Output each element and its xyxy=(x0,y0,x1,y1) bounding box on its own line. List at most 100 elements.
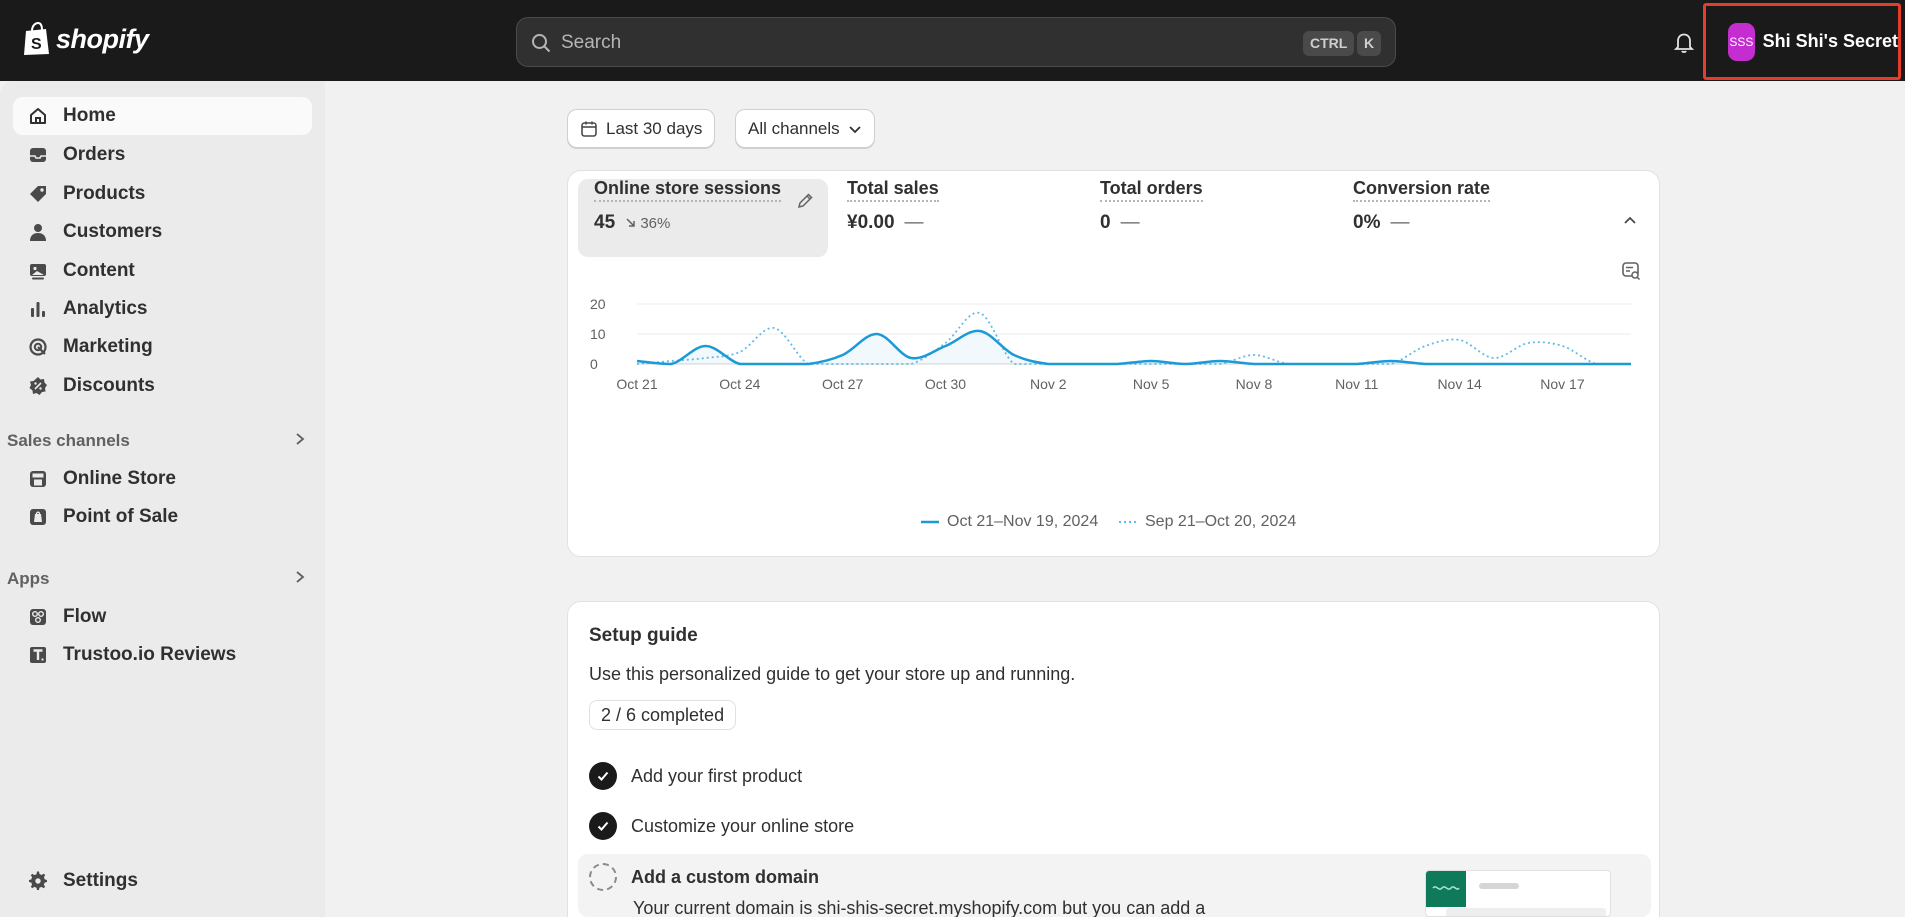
metric-conversion-rate[interactable]: Conversion rate 0% — xyxy=(1353,178,1491,258)
date-range-button[interactable]: Last 30 days xyxy=(567,109,716,148)
store-avatar: SSS xyxy=(1728,22,1755,61)
incomplete-circle-icon xyxy=(589,863,617,891)
shopify-logo[interactable]: S shopify xyxy=(22,22,149,56)
sidebar-item-customers[interactable]: Customers xyxy=(13,213,312,251)
store-icon xyxy=(27,468,49,490)
task-add-first-product[interactable]: Add your first product xyxy=(589,761,802,791)
metric-title: Online store sessions xyxy=(594,178,782,202)
legend-item-current[interactable]: Oct 21–Nov 19, 2024 xyxy=(921,513,1098,531)
svg-text:S: S xyxy=(31,36,42,53)
x-tick-label: Oct 27 xyxy=(822,376,863,392)
metric-total-sales[interactable]: Total sales ¥0.00 — xyxy=(847,178,939,258)
task-add-custom-domain[interactable]: Add a custom domain xyxy=(589,862,819,892)
sidebar-item-label: Customers xyxy=(63,221,163,242)
sidebar-item-settings[interactable]: Settings xyxy=(13,862,312,900)
arrow-down-right-icon xyxy=(626,217,635,227)
sidebar-item-orders[interactable]: Orders xyxy=(13,136,312,174)
calendar-icon xyxy=(581,121,597,137)
chevron-down-icon xyxy=(849,125,861,133)
x-tick-label: Nov 5 xyxy=(1133,376,1170,392)
legend-label-current: Oct 21–Nov 19, 2024 xyxy=(947,513,1099,530)
store-account-menu[interactable]: SSS Shi Shi's Secret xyxy=(1703,3,1901,80)
top-bar: S shopify Search CTRL K SSS Shi Shi's Se… xyxy=(0,0,1905,81)
metric-value: ¥0.00 xyxy=(847,212,895,233)
flow-icon xyxy=(27,606,49,628)
image-icon xyxy=(27,260,49,282)
setup-progress-badge: 2 / 6 completed xyxy=(589,700,737,730)
apps-header[interactable]: Apps xyxy=(7,564,307,594)
chevron-up-icon[interactable] xyxy=(1620,210,1640,230)
checkmark-icon xyxy=(589,762,617,790)
metric-online-store-sessions[interactable]: Online store sessions 45 36% xyxy=(594,178,782,258)
metric-value: 0 xyxy=(1100,212,1111,233)
x-tick-label: Oct 24 xyxy=(719,376,760,392)
metric-total-orders[interactable]: Total orders 0 — xyxy=(1100,178,1203,258)
sidebar-item-label: Online Store xyxy=(63,468,176,489)
series-line-previous xyxy=(636,312,1631,365)
sidebar-item-label: Settings xyxy=(63,870,138,891)
logo-text: shopify xyxy=(56,23,149,54)
checkmark-icon xyxy=(589,812,617,840)
channels-label: All channels xyxy=(748,118,840,138)
legend-item-previous[interactable]: Sep 21–Oct 20, 2024 xyxy=(1119,513,1296,531)
x-tick-label: Oct 30 xyxy=(925,376,966,392)
channels-select[interactable]: All channels xyxy=(735,109,875,148)
metric-delta: — xyxy=(1390,212,1410,233)
metric-title: Conversion rate xyxy=(1353,178,1491,202)
sidebar-item-trustoo-reviews[interactable]: Trustoo.io Reviews xyxy=(13,636,312,674)
sidebar-item-discounts[interactable]: Discounts xyxy=(13,367,312,405)
sidebar-item-flow[interactable]: Flow xyxy=(13,598,312,636)
chevron-right-icon[interactable] xyxy=(293,570,307,589)
store-name: Shi Shi's Secret xyxy=(1762,31,1898,51)
task-label: Customize your online store xyxy=(631,815,855,836)
y-tick-label: 10 xyxy=(590,326,606,342)
x-tick-label: Nov 14 xyxy=(1437,376,1482,392)
sidebar-item-content[interactable]: Content xyxy=(13,252,312,290)
bell-icon[interactable] xyxy=(1672,30,1696,54)
x-tick-label: Nov 8 xyxy=(1236,376,1273,392)
search-icon xyxy=(532,34,551,53)
sidebar-item-products[interactable]: Products xyxy=(13,175,312,213)
sidebar-item-online-store[interactable]: Online Store xyxy=(13,460,312,498)
apps-label: Apps xyxy=(7,569,50,588)
sidebar-item-home[interactable]: Home xyxy=(13,97,312,135)
date-range-label: Last 30 days xyxy=(606,118,703,138)
chevron-right-icon[interactable] xyxy=(293,432,307,451)
metric-title: Total orders xyxy=(1100,178,1203,202)
target-icon xyxy=(27,336,49,358)
metric-title: Total sales xyxy=(847,178,939,202)
y-tick-label: 0 xyxy=(590,356,598,372)
x-tick-label: Nov 2 xyxy=(1030,376,1067,392)
sidebar-item-marketing[interactable]: Marketing xyxy=(13,328,312,366)
sidebar-item-analytics[interactable]: Analytics xyxy=(13,290,312,328)
search-bar[interactable]: Search CTRL K xyxy=(516,17,1396,67)
chart-insights-icon[interactable] xyxy=(1621,261,1641,281)
sidebar-item-point-of-sale[interactable]: Point of Sale xyxy=(13,498,312,536)
sidebar-item-label: Marketing xyxy=(63,336,153,357)
domain-illustration xyxy=(1425,870,1611,917)
sidebar-item-label: Analytics xyxy=(63,298,148,319)
pencil-icon[interactable] xyxy=(796,192,814,210)
setup-guide-subtitle: Use this personalized guide to get your … xyxy=(589,664,1076,684)
metric-delta: 36% xyxy=(625,215,670,232)
sales-channels-header[interactable]: Sales channels xyxy=(7,426,307,456)
pos-icon xyxy=(27,506,49,528)
y-tick-label: 20 xyxy=(590,296,606,312)
trustoo-icon xyxy=(27,644,49,666)
sidebar-item-label: Products xyxy=(63,183,146,204)
inbox-icon xyxy=(27,144,49,166)
sessions-line-chart: 0 10 20 Oct 21 Oct 24 Oct 27 Oct 30 Nov 2 Nov 5 N… xyxy=(590,296,1631,392)
series-line-current xyxy=(636,329,1631,366)
task-label: Add your first product xyxy=(631,765,803,786)
metric-value: 0% xyxy=(1353,212,1381,233)
shortcut-ctrl-key: CTRL xyxy=(1303,31,1355,56)
x-tick-label: Oct 21 xyxy=(616,376,657,392)
shopify-bag-icon: S xyxy=(24,22,49,55)
sales-channels-label: Sales channels xyxy=(7,431,130,450)
search-placeholder: Search xyxy=(561,32,622,53)
task-customize-online-store[interactable]: Customize your online store xyxy=(589,811,854,841)
metric-delta: — xyxy=(1120,212,1140,233)
sidebar-item-label: Home xyxy=(63,105,116,126)
shortcut-k-key: K xyxy=(1357,31,1382,56)
legend-solid-line xyxy=(921,520,939,524)
